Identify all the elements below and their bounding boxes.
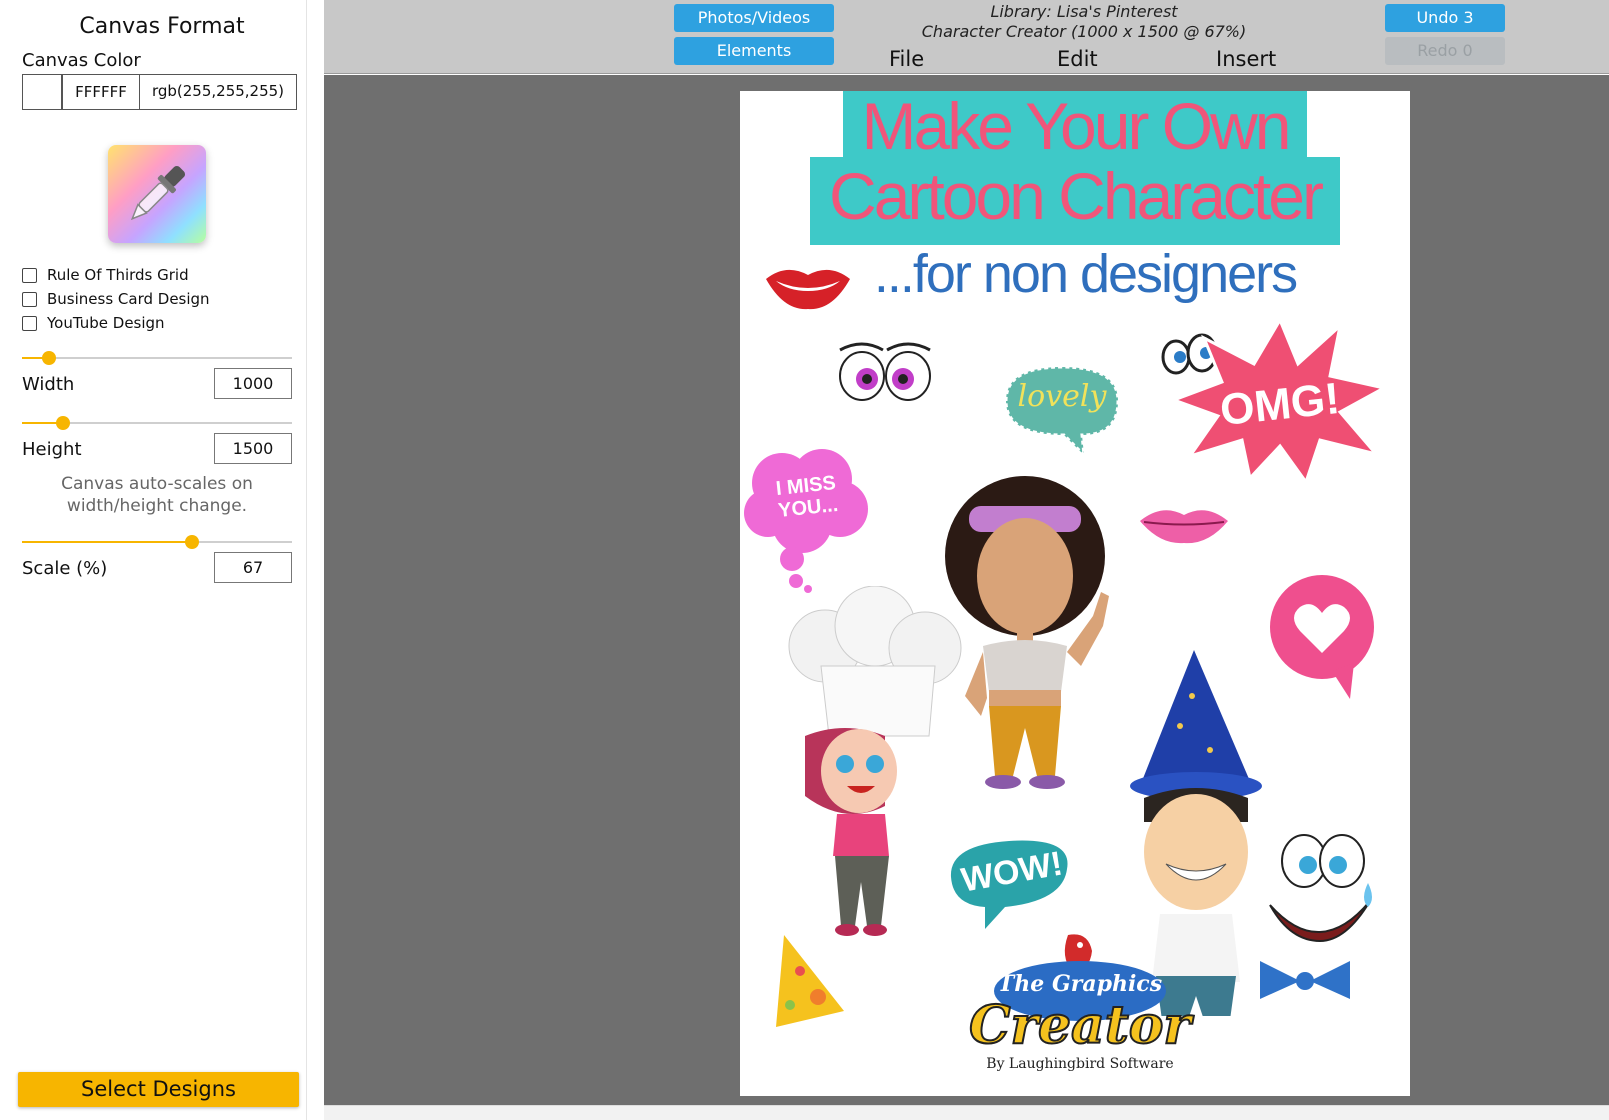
elements-button[interactable]: Elements <box>674 37 834 65</box>
library-line: Library: Lisa's Pinterest <box>990 2 1178 21</box>
hex-color-input[interactable]: FFFFFF <box>62 74 140 110</box>
title-line-1[interactable]: Make Your Own <box>740 91 1410 161</box>
option-rule-of-thirds[interactable]: Rule Of Thirds Grid <box>22 266 189 284</box>
redo-button[interactable]: Redo 0 <box>1385 37 1505 65</box>
scale-label: Scale (%) <box>22 558 108 579</box>
omg-burst-sticker[interactable]: OMG! <box>1170 316 1390 486</box>
checkbox[interactable] <box>22 291 37 307</box>
checkbox[interactable] <box>22 315 37 331</box>
option-label: Rule Of Thirds Grid <box>47 266 189 284</box>
scale-slider[interactable] <box>22 534 292 550</box>
logo-line-1: The <box>997 971 1045 997</box>
party-hat-sticker[interactable] <box>770 931 850 1031</box>
width-label: Width <box>22 374 75 395</box>
option-business-card[interactable]: Business Card Design <box>22 290 210 308</box>
menu-file[interactable]: File <box>889 47 924 71</box>
height-slider[interactable] <box>22 415 292 431</box>
logo-creator: Creator <box>968 994 1192 1057</box>
color-picker-button[interactable] <box>108 145 206 243</box>
pink-lips-sticker[interactable] <box>1136 501 1232 547</box>
slider-track <box>22 357 292 359</box>
height-label: Height <box>22 439 82 460</box>
checkbox[interactable] <box>22 267 37 283</box>
slider-fill <box>22 541 193 543</box>
design-canvas[interactable]: Make Your Own Cartoon Character ...for n… <box>740 91 1410 1096</box>
select-designs-button[interactable]: Select Designs <box>18 1072 299 1107</box>
canvas-color-swatch[interactable] <box>22 74 62 110</box>
logo-title: The Graphics <box>960 973 1200 995</box>
slider-thumb[interactable] <box>185 535 200 549</box>
canvas-color-label: Canvas Color <box>22 50 141 71</box>
red-lips-sticker[interactable] <box>762 261 854 313</box>
menu-insert[interactable]: Insert <box>1216 47 1276 71</box>
wow-bubble-sticker[interactable]: WOW! <box>945 831 1085 931</box>
option-label: YouTube Design <box>47 314 165 332</box>
rgb-color-input[interactable]: rgb(255,255,255) <box>139 74 297 110</box>
option-youtube[interactable]: YouTube Design <box>22 314 165 332</box>
scale-input[interactable]: 67 <box>214 552 292 583</box>
heart-bubble-sticker[interactable] <box>1266 571 1382 701</box>
cartoon-eyes-sticker[interactable] <box>835 336 935 406</box>
eyedropper-icon <box>130 165 186 221</box>
library-title: Library: Lisa's Pinterest Character Crea… <box>884 2 1284 42</box>
option-label: Business Card Design <box>47 290 210 308</box>
panel-title: Canvas Format <box>79 14 245 39</box>
slider-thumb[interactable] <box>55 416 70 430</box>
logo-byline: By Laughingbird Software <box>986 1056 1174 1072</box>
width-slider[interactable] <box>22 350 292 366</box>
width-input[interactable]: 1000 <box>214 368 292 399</box>
logo-line-2: Graphics <box>1051 971 1163 997</box>
title-line-2[interactable]: Cartoon Character <box>740 161 1410 231</box>
top-toolbar: Photos/Videos Elements Library: Lisa's P… <box>324 0 1609 74</box>
slider-thumb[interactable] <box>42 351 56 365</box>
lovely-bubble-sticker[interactable]: lovely <box>998 361 1126 460</box>
project-line: Character Creator (1000 x 1500 @ 67%) <box>921 22 1247 41</box>
laughing-face-sticker[interactable] <box>1250 821 1390 1001</box>
canvas-format-panel: Canvas Format Canvas Color FFFFFF rgb(25… <box>0 0 307 1120</box>
miss-you-cloud-sticker[interactable]: I MISS YOU... <box>742 443 872 593</box>
auto-scale-hint: Canvas auto-scales on width/height chang… <box>61 474 253 516</box>
height-input[interactable]: 1500 <box>214 433 292 464</box>
undo-button[interactable]: Undo 3 <box>1385 4 1505 32</box>
lovely-text: lovely <box>1017 379 1107 414</box>
horizontal-scrollbar[interactable] <box>324 1105 1609 1120</box>
menu-edit[interactable]: Edit <box>1057 47 1098 71</box>
photos-videos-button[interactable]: Photos/Videos <box>674 4 834 32</box>
